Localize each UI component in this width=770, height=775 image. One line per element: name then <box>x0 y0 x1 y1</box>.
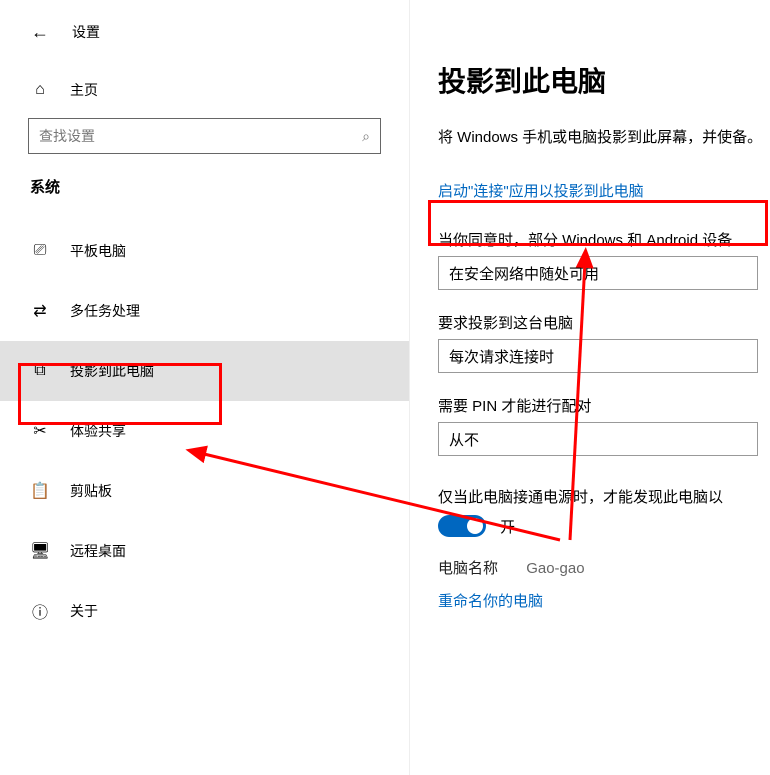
home-icon: ⌂ <box>30 81 50 99</box>
back-button[interactable]: ← <box>20 12 60 52</box>
sidebar-item[interactable]: ⇄ 多任务处理 <box>0 281 409 341</box>
search-wrap: 查找设置 ⌕ <box>0 118 409 176</box>
nav-icon: ✂ <box>30 421 50 441</box>
field3-dropdown[interactable]: 从不 <box>438 422 758 456</box>
field3-label: 需要 PIN 才能进行配对 <box>438 395 770 416</box>
nav-label: 剪贴板 <box>70 481 112 501</box>
section-label: 系统 <box>0 176 409 221</box>
home-nav[interactable]: ⌂ 主页 <box>0 72 409 118</box>
sidebar-item[interactable]: 📋 剪贴板 <box>0 461 409 521</box>
page-title: 投影到此电脑 <box>438 60 770 100</box>
sidebar-item[interactable]: 🖥 远程桌面 <box>0 521 409 581</box>
sidebar-item[interactable]: ✂ 体验共享 <box>0 401 409 461</box>
nav-label: 平板电脑 <box>70 241 126 261</box>
sidebar-item[interactable]: ⓘ 关于 <box>0 581 409 641</box>
field2-value: 每次请求连接时 <box>449 346 554 367</box>
pcname-value: Gao-gao <box>526 560 584 577</box>
rename-pc-link[interactable]: 重命名你的电脑 <box>438 584 543 617</box>
pcname-row: 电脑名称 Gao-gao <box>438 557 770 578</box>
sidebar: ← 设置 ⌂ 主页 查找设置 ⌕ 系统 ⎚ 平板电脑 ⇄ 多任务处理 ⧉ 投影到此电脑 ✂ 体… <box>0 0 410 775</box>
toggle-row: 开 <box>438 515 770 537</box>
pcname-key: 电脑名称 <box>438 560 498 577</box>
header: ← 设置 <box>0 12 409 72</box>
home-label: 主页 <box>70 80 98 100</box>
nav-icon: 📋 <box>30 481 50 501</box>
nav-icon: ⓘ <box>30 599 50 623</box>
field1-dropdown[interactable]: 在安全网络中随处可用 <box>438 256 758 290</box>
nav-icon: 🖥 <box>30 541 50 561</box>
field1-value: 在安全网络中随处可用 <box>449 263 599 284</box>
field3-value: 从不 <box>449 429 479 450</box>
page-description: 将 Windows 手机或电脑投影到此屏幕，并使备。 <box>438 126 770 150</box>
search-input[interactable]: 查找设置 ⌕ <box>28 118 381 154</box>
toggle-label: 开 <box>500 516 515 537</box>
nav-label: 多任务处理 <box>70 301 140 321</box>
power-toggle[interactable] <box>438 515 486 537</box>
field2-label: 要求投影到这台电脑 <box>438 312 770 333</box>
nav-icon: ⎚ <box>30 242 50 260</box>
field2-dropdown[interactable]: 每次请求连接时 <box>438 339 758 373</box>
sidebar-item[interactable]: ⧉ 投影到此电脑 <box>0 341 409 401</box>
nav-label: 投影到此电脑 <box>70 361 154 381</box>
main-panel: 投影到此电脑 将 Windows 手机或电脑投影到此屏幕，并使备。 启动"连接"… <box>410 0 770 775</box>
search-placeholder: 查找设置 <box>39 126 362 146</box>
search-icon: ⌕ <box>362 128 370 145</box>
nav-label: 关于 <box>70 601 98 621</box>
nav-label: 体验共享 <box>70 421 126 441</box>
power-label: 仅当此电脑接通电源时，才能发现此电脑以 <box>438 486 770 507</box>
field1-label: 当你同意时，部分 Windows 和 Android 设备 <box>438 229 770 250</box>
sidebar-item[interactable]: ⎚ 平板电脑 <box>0 221 409 281</box>
nav-list: ⎚ 平板电脑 ⇄ 多任务处理 ⧉ 投影到此电脑 ✂ 体验共享 📋 剪贴板 🖥 远程桌面 ⓘ 关于 <box>0 221 409 641</box>
launch-connect-link[interactable]: 启动"连接"应用以投影到此电脑 <box>438 174 644 207</box>
nav-label: 远程桌面 <box>70 541 126 561</box>
settings-title: 设置 <box>72 22 100 42</box>
nav-icon: ⧉ <box>30 362 50 380</box>
nav-icon: ⇄ <box>30 301 50 321</box>
back-arrow-icon: ← <box>31 22 49 43</box>
